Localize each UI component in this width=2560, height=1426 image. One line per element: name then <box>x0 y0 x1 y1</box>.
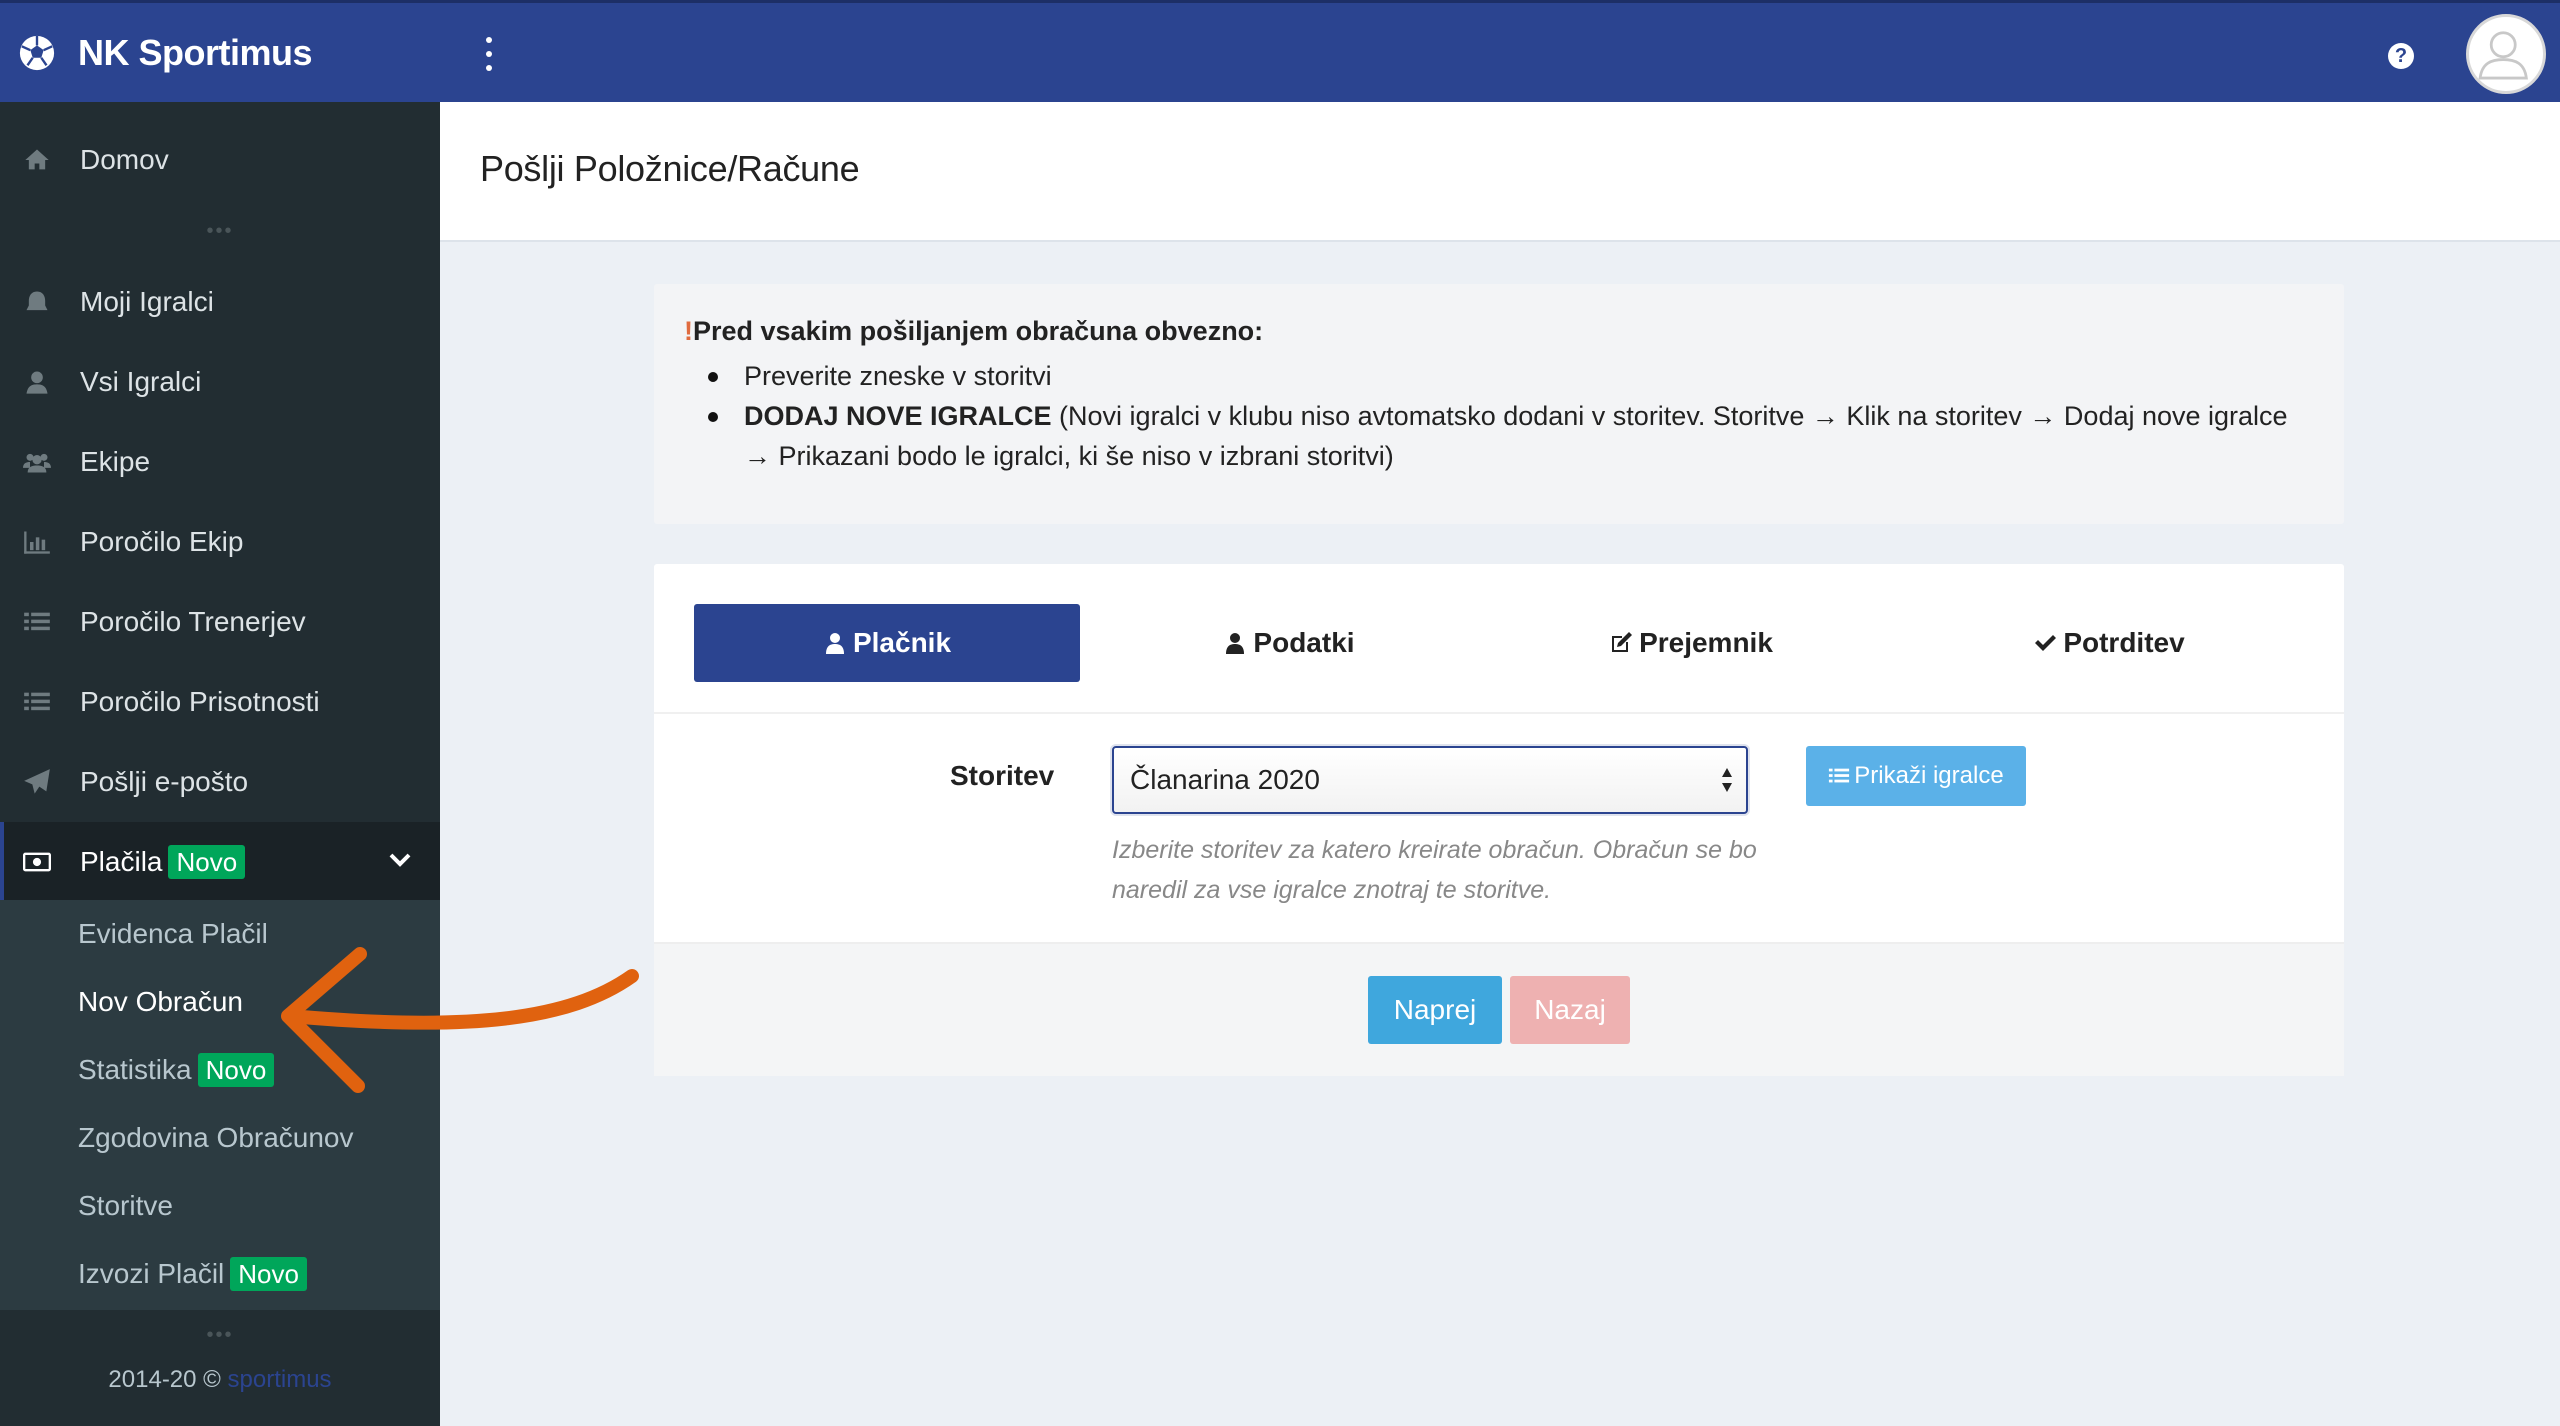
question-circle-icon[interactable]: ? <box>2388 43 2414 69</box>
submenu-label: Storitve <box>78 1190 173 1221</box>
list-icon <box>1829 768 1850 783</box>
annotation-arrow-icon <box>281 947 639 1093</box>
step-potrditev[interactable]: Potrditev <box>1916 604 2302 682</box>
list-icon <box>22 687 52 717</box>
sidebar-item-poslji-eposto[interactable]: Pošlji e-pošto <box>0 742 440 822</box>
back-button[interactable]: Nazaj <box>1510 976 1630 1044</box>
submenu-label: Izvozi Plačil <box>78 1258 225 1289</box>
sidebar-item-domov[interactable]: Domov <box>0 120 440 200</box>
top-navbar: NK Sportimus ? <box>0 0 2560 102</box>
select-value: Članarina 2020 <box>1130 764 1320 795</box>
check-icon <box>2035 635 2057 651</box>
paper-plane-icon <box>22 767 52 797</box>
exclamation-icon: ! <box>684 316 693 346</box>
sidebar-item-label: Poročilo Ekip <box>80 526 244 557</box>
submenu-item-izvozi-placil[interactable]: Izvozi Plačil Novo <box>78 1254 307 1294</box>
users-icon <box>22 447 52 477</box>
sidebar-item-label: Pošlji e-pošto <box>80 766 249 797</box>
notice-title-text: Pred vsakim pošiljanjem obračuna obvezno… <box>693 316 1264 346</box>
button-label: Prikaži igralce <box>1854 762 2004 789</box>
content-header: Pošlji Položnice/Račune <box>440 102 2560 242</box>
wizard-steps: Plačnik Podatki Prejemnik Potrditev <box>654 564 2344 714</box>
edit-icon <box>1612 632 1633 652</box>
copyright-text: 2014-20 © <box>108 1366 221 1393</box>
step-label: Potrditev <box>2063 627 2185 658</box>
storitev-label: Storitev <box>950 760 1055 791</box>
submenu-label: Nov Obračun <box>78 986 243 1017</box>
step-placnik[interactable]: Plačnik <box>694 604 1080 682</box>
sidebar-item-label: Poročilo Prisotnosti <box>80 686 320 717</box>
avatar[interactable] <box>2466 14 2546 94</box>
sidebar-item-ekipe[interactable]: Ekipe <box>0 422 440 502</box>
sidebar-item-porocilo-trenerjev[interactable]: Poročilo Trenerjev <box>0 582 440 662</box>
submenu-item-storitve[interactable]: Storitve <box>78 1186 173 1226</box>
list-icon <box>22 607 52 637</box>
notice-item-bold: DODAJ NOVE IGRALCE <box>744 401 1052 431</box>
sidebar-item-label: Domov <box>80 144 169 175</box>
page-title: Pošlji Položnice/Račune <box>480 148 860 189</box>
next-button[interactable]: Naprej <box>1368 976 1502 1044</box>
sidebar-item-porocilo-prisotnosti[interactable]: Poročilo Prisotnosti <box>0 662 440 742</box>
sidebar-item-placila[interactable]: Plačila Novo <box>0 822 440 902</box>
sidebar-item-porocilo-ekip[interactable]: Poročilo Ekip <box>0 502 440 582</box>
submenu-item-evidenca-placil[interactable]: Evidenca Plačil <box>78 914 268 954</box>
show-players-button[interactable]: Prikaži igralce <box>1806 746 2026 806</box>
submenu-label: Evidenca Plačil <box>78 918 268 949</box>
home-icon <box>22 145 52 175</box>
chevron-down-icon <box>389 853 411 867</box>
sidebar: Domov ••• Moji Igralci Vsi Igralci Ekipe… <box>0 102 440 1426</box>
sidebar-item-label: Ekipe <box>80 446 151 477</box>
new-badge: Novo <box>230 1257 307 1291</box>
list-item: DODAJ NOVE IGRALCE (Novi igralci v klubu… <box>708 396 2318 476</box>
step-label: Podatki <box>1253 627 1355 658</box>
submenu-label: Statistika <box>78 1054 192 1085</box>
sidebar-footer: 2014-20 © sportimus <box>0 1366 440 1394</box>
notice-item-text: Preverite zneske v storitvi <box>744 361 1052 391</box>
money-icon <box>22 847 52 877</box>
sidebar-item-label: Poročilo Trenerjev <box>80 606 306 637</box>
sidebar-item-moji-igralci[interactable]: Moji Igralci <box>0 262 440 342</box>
submenu-item-statistika[interactable]: Statistika Novo <box>78 1050 275 1090</box>
select-arrows-icon <box>1722 768 1732 792</box>
user-bust-icon <box>22 287 52 317</box>
divider: ••• <box>206 1324 234 1346</box>
new-badge: Novo <box>168 845 246 879</box>
user-icon <box>22 367 52 397</box>
brand[interactable]: NK Sportimus <box>18 3 313 103</box>
vertical-dots-icon[interactable] <box>478 37 500 71</box>
wizard-footer: Naprej Nazaj <box>654 942 2344 1076</box>
user-icon <box>825 633 844 654</box>
submenu-label: Zgodovina Obračunov <box>78 1122 354 1153</box>
list-item: Preverite zneske v storitvi <box>708 356 2318 396</box>
sidebar-item-label: Vsi Igralci <box>80 366 202 397</box>
brand-name: NK Sportimus <box>78 32 313 73</box>
divider: ••• <box>206 220 234 242</box>
sidebar-item-label: Moji Igralci <box>80 286 214 317</box>
notice-title: !Pred vsakim pošiljanjem obračuna obvezn… <box>684 316 1263 347</box>
step-podatki[interactable]: Podatki <box>1096 604 1482 682</box>
soccer-ball-icon <box>19 35 55 71</box>
wizard-panel: Plačnik Podatki Prejemnik Potrditev Stor… <box>654 564 2344 1076</box>
submenu-item-zgodovina-obracunov[interactable]: Zgodovina Obračunov <box>78 1118 354 1158</box>
sidebar-item-label: Plačila <box>80 846 163 877</box>
bar-chart-icon <box>22 527 52 557</box>
step-label: Plačnik <box>852 627 952 658</box>
new-badge: Novo <box>197 1053 275 1087</box>
sportimus-link[interactable]: sportimus <box>228 1366 332 1393</box>
notice-box: !Pred vsakim pošiljanjem obračuna obvezn… <box>654 284 2344 524</box>
sidebar-item-vsi-igralci[interactable]: Vsi Igralci <box>0 342 440 422</box>
user-icon <box>1226 633 1245 654</box>
storitev-select[interactable]: Članarina 2020 <box>1112 746 1748 814</box>
step-prejemnik[interactable]: Prejemnik <box>1498 604 1884 682</box>
step-label: Prejemnik <box>1639 627 1773 658</box>
submenu-item-nov-obracun[interactable]: Nov Obračun <box>78 982 243 1022</box>
help-text: Izberite storitev za katero kreirate obr… <box>1112 836 1757 904</box>
notice-list: Preverite zneske v storitvi DODAJ NOVE I… <box>708 356 2318 476</box>
